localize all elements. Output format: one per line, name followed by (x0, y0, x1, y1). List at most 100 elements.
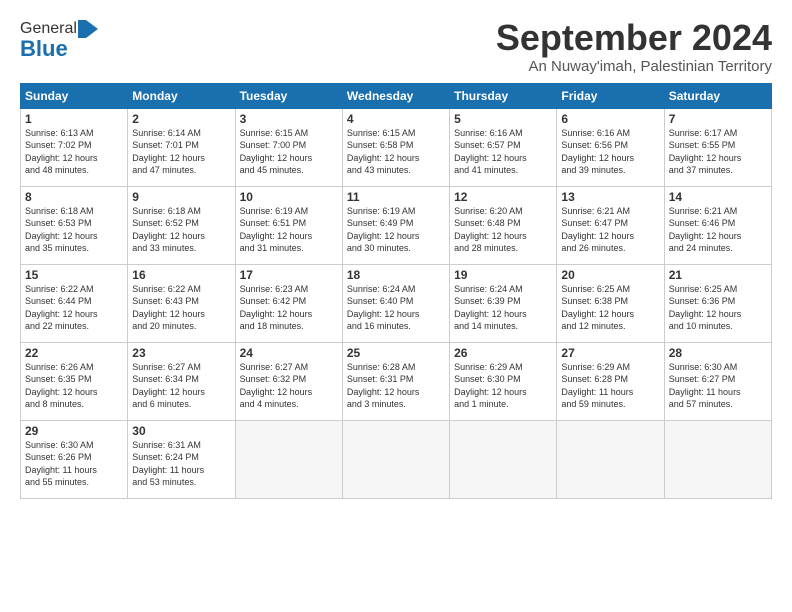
calendar-cell: 7Sunrise: 6:17 AMSunset: 6:55 PMDaylight… (664, 108, 771, 186)
day-info: Sunrise: 6:16 AMSunset: 6:57 PMDaylight:… (454, 127, 552, 177)
calendar-cell: 3Sunrise: 6:15 AMSunset: 7:00 PMDaylight… (235, 108, 342, 186)
day-number: 24 (240, 346, 338, 360)
day-info: Sunrise: 6:20 AMSunset: 6:48 PMDaylight:… (454, 205, 552, 255)
day-info: Sunrise: 6:18 AMSunset: 6:52 PMDaylight:… (132, 205, 230, 255)
day-info: Sunrise: 6:29 AMSunset: 6:30 PMDaylight:… (454, 361, 552, 411)
logo: General Blue (20, 18, 98, 62)
day-info: Sunrise: 6:13 AMSunset: 7:02 PMDaylight:… (25, 127, 123, 177)
day-number: 17 (240, 268, 338, 282)
day-info: Sunrise: 6:24 AMSunset: 6:39 PMDaylight:… (454, 283, 552, 333)
day-info: Sunrise: 6:21 AMSunset: 6:47 PMDaylight:… (561, 205, 659, 255)
calendar-cell: 21Sunrise: 6:25 AMSunset: 6:36 PMDayligh… (664, 264, 771, 342)
day-number: 13 (561, 190, 659, 204)
day-number: 12 (454, 190, 552, 204)
calendar-cell: 18Sunrise: 6:24 AMSunset: 6:40 PMDayligh… (342, 264, 449, 342)
day-info: Sunrise: 6:19 AMSunset: 6:51 PMDaylight:… (240, 205, 338, 255)
calendar-cell: 6Sunrise: 6:16 AMSunset: 6:56 PMDaylight… (557, 108, 664, 186)
day-number: 2 (132, 112, 230, 126)
day-info: Sunrise: 6:27 AMSunset: 6:32 PMDaylight:… (240, 361, 338, 411)
day-number: 15 (25, 268, 123, 282)
day-number: 7 (669, 112, 767, 126)
day-info: Sunrise: 6:23 AMSunset: 6:42 PMDaylight:… (240, 283, 338, 333)
calendar-cell: 11Sunrise: 6:19 AMSunset: 6:49 PMDayligh… (342, 186, 449, 264)
day-number: 19 (454, 268, 552, 282)
calendar-table: SundayMondayTuesdayWednesdayThursdayFrid… (20, 83, 772, 499)
col-header-saturday: Saturday (664, 83, 771, 108)
day-number: 11 (347, 190, 445, 204)
calendar-cell: 22Sunrise: 6:26 AMSunset: 6:35 PMDayligh… (21, 342, 128, 420)
day-number: 14 (669, 190, 767, 204)
col-header-sunday: Sunday (21, 83, 128, 108)
calendar-cell: 5Sunrise: 6:16 AMSunset: 6:57 PMDaylight… (450, 108, 557, 186)
calendar-cell: 13Sunrise: 6:21 AMSunset: 6:47 PMDayligh… (557, 186, 664, 264)
day-number: 29 (25, 424, 123, 438)
day-number: 3 (240, 112, 338, 126)
calendar-cell: 29Sunrise: 6:30 AMSunset: 6:26 PMDayligh… (21, 420, 128, 498)
day-number: 23 (132, 346, 230, 360)
calendar-cell: 24Sunrise: 6:27 AMSunset: 6:32 PMDayligh… (235, 342, 342, 420)
calendar-cell: 28Sunrise: 6:30 AMSunset: 6:27 PMDayligh… (664, 342, 771, 420)
day-number: 30 (132, 424, 230, 438)
calendar-cell (557, 420, 664, 498)
day-info: Sunrise: 6:15 AMSunset: 6:58 PMDaylight:… (347, 127, 445, 177)
day-number: 6 (561, 112, 659, 126)
calendar-cell: 4Sunrise: 6:15 AMSunset: 6:58 PMDaylight… (342, 108, 449, 186)
day-info: Sunrise: 6:26 AMSunset: 6:35 PMDaylight:… (25, 361, 123, 411)
day-info: Sunrise: 6:25 AMSunset: 6:36 PMDaylight:… (669, 283, 767, 333)
day-number: 21 (669, 268, 767, 282)
calendar-cell (664, 420, 771, 498)
calendar-cell: 14Sunrise: 6:21 AMSunset: 6:46 PMDayligh… (664, 186, 771, 264)
day-number: 22 (25, 346, 123, 360)
calendar-cell: 9Sunrise: 6:18 AMSunset: 6:52 PMDaylight… (128, 186, 235, 264)
day-info: Sunrise: 6:15 AMSunset: 7:00 PMDaylight:… (240, 127, 338, 177)
subtitle: An Nuway'imah, Palestinian Territory (496, 58, 772, 75)
day-number: 26 (454, 346, 552, 360)
day-info: Sunrise: 6:25 AMSunset: 6:38 PMDaylight:… (561, 283, 659, 333)
calendar-row-3: 15Sunrise: 6:22 AMSunset: 6:44 PMDayligh… (21, 264, 772, 342)
col-header-wednesday: Wednesday (342, 83, 449, 108)
title-area: September 2024 An Nuway'imah, Palestinia… (496, 18, 772, 75)
day-info: Sunrise: 6:30 AMSunset: 6:27 PMDaylight:… (669, 361, 767, 411)
day-info: Sunrise: 6:30 AMSunset: 6:26 PMDaylight:… (25, 439, 123, 489)
calendar-cell: 12Sunrise: 6:20 AMSunset: 6:48 PMDayligh… (450, 186, 557, 264)
day-number: 5 (454, 112, 552, 126)
day-number: 25 (347, 346, 445, 360)
calendar-cell: 30Sunrise: 6:31 AMSunset: 6:24 PMDayligh… (128, 420, 235, 498)
calendar-row-4: 22Sunrise: 6:26 AMSunset: 6:35 PMDayligh… (21, 342, 772, 420)
day-info: Sunrise: 6:16 AMSunset: 6:56 PMDaylight:… (561, 127, 659, 177)
calendar-cell: 23Sunrise: 6:27 AMSunset: 6:34 PMDayligh… (128, 342, 235, 420)
day-number: 27 (561, 346, 659, 360)
day-number: 9 (132, 190, 230, 204)
day-info: Sunrise: 6:18 AMSunset: 6:53 PMDaylight:… (25, 205, 123, 255)
calendar-cell: 19Sunrise: 6:24 AMSunset: 6:39 PMDayligh… (450, 264, 557, 342)
day-number: 4 (347, 112, 445, 126)
logo-bird-icon (78, 18, 98, 40)
day-info: Sunrise: 6:24 AMSunset: 6:40 PMDaylight:… (347, 283, 445, 333)
calendar-cell: 26Sunrise: 6:29 AMSunset: 6:30 PMDayligh… (450, 342, 557, 420)
day-info: Sunrise: 6:31 AMSunset: 6:24 PMDaylight:… (132, 439, 230, 489)
logo-blue-text: Blue (20, 36, 68, 62)
calendar-cell: 25Sunrise: 6:28 AMSunset: 6:31 PMDayligh… (342, 342, 449, 420)
day-info: Sunrise: 6:14 AMSunset: 7:01 PMDaylight:… (132, 127, 230, 177)
calendar-cell: 8Sunrise: 6:18 AMSunset: 6:53 PMDaylight… (21, 186, 128, 264)
day-number: 10 (240, 190, 338, 204)
day-info: Sunrise: 6:19 AMSunset: 6:49 PMDaylight:… (347, 205, 445, 255)
col-header-tuesday: Tuesday (235, 83, 342, 108)
calendar-cell (235, 420, 342, 498)
calendar-cell: 2Sunrise: 6:14 AMSunset: 7:01 PMDaylight… (128, 108, 235, 186)
day-info: Sunrise: 6:21 AMSunset: 6:46 PMDaylight:… (669, 205, 767, 255)
calendar-cell (450, 420, 557, 498)
day-number: 8 (25, 190, 123, 204)
day-number: 16 (132, 268, 230, 282)
calendar-cell: 15Sunrise: 6:22 AMSunset: 6:44 PMDayligh… (21, 264, 128, 342)
day-info: Sunrise: 6:28 AMSunset: 6:31 PMDaylight:… (347, 361, 445, 411)
day-number: 1 (25, 112, 123, 126)
calendar-cell (342, 420, 449, 498)
col-header-thursday: Thursday (450, 83, 557, 108)
calendar-row-1: 1Sunrise: 6:13 AMSunset: 7:02 PMDaylight… (21, 108, 772, 186)
calendar-cell: 27Sunrise: 6:29 AMSunset: 6:28 PMDayligh… (557, 342, 664, 420)
day-info: Sunrise: 6:29 AMSunset: 6:28 PMDaylight:… (561, 361, 659, 411)
calendar-cell: 16Sunrise: 6:22 AMSunset: 6:43 PMDayligh… (128, 264, 235, 342)
header-row: SundayMondayTuesdayWednesdayThursdayFrid… (21, 83, 772, 108)
calendar-cell: 10Sunrise: 6:19 AMSunset: 6:51 PMDayligh… (235, 186, 342, 264)
